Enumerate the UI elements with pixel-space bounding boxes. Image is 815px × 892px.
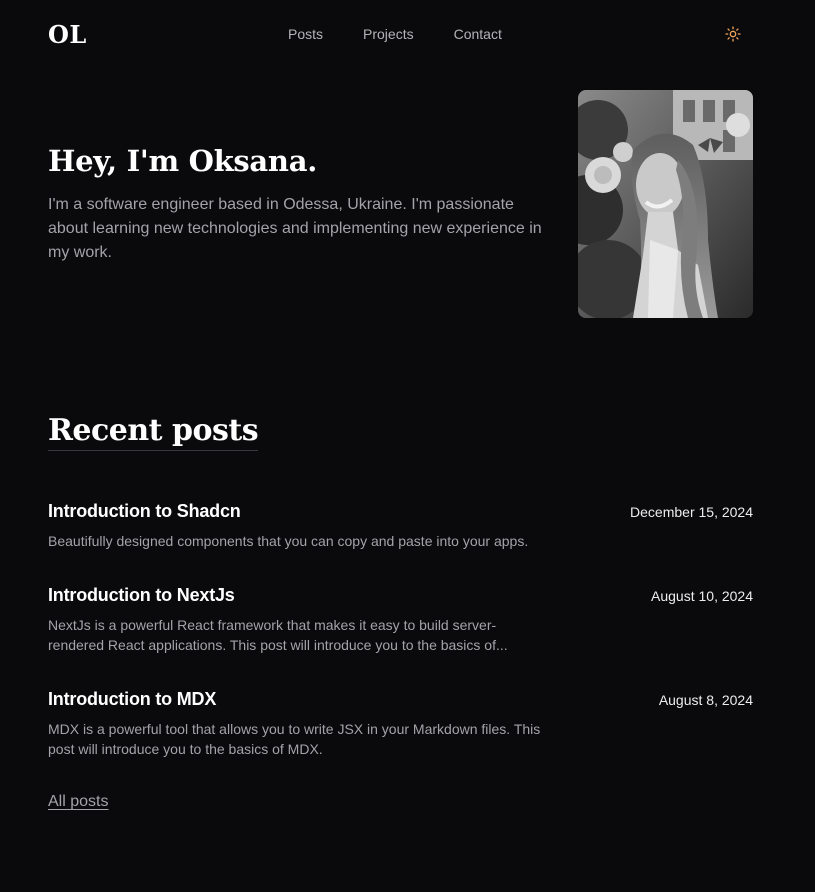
post-date: December 15, 2024 bbox=[630, 504, 753, 520]
sun-icon bbox=[725, 26, 741, 42]
post-title-link[interactable]: Introduction to MDX bbox=[48, 689, 216, 710]
post-description: NextJs is a powerful React framework tha… bbox=[48, 617, 508, 653]
all-posts-link[interactable]: All posts bbox=[48, 793, 108, 811]
hero-title: Hey, I'm Oksana. bbox=[48, 144, 317, 178]
nav-link-posts[interactable]: Posts bbox=[288, 26, 323, 42]
site-logo[interactable]: OL bbox=[48, 20, 87, 49]
hero-description: I'm a software engineer based in Odessa,… bbox=[48, 196, 542, 261]
post-description: MDX is a powerful tool that allows you t… bbox=[48, 721, 541, 757]
nav-link-contact[interactable]: Contact bbox=[454, 26, 502, 42]
recent-posts-heading: Recent posts bbox=[48, 413, 259, 451]
main-nav: Posts Projects Contact bbox=[288, 26, 542, 42]
theme-toggle-button[interactable] bbox=[722, 23, 744, 45]
post-date: August 8, 2024 bbox=[658, 692, 753, 708]
post-title-link[interactable]: Introduction to Shadcn bbox=[48, 501, 241, 522]
post-date: August 10, 2024 bbox=[651, 588, 753, 604]
nav-link-projects[interactable]: Projects bbox=[363, 26, 414, 42]
post-title-link[interactable]: Introduction to NextJs bbox=[48, 585, 235, 606]
page: OL Posts Projects Contact Hey, I'm Oksan… bbox=[0, 0, 815, 892]
post-description: Beautifully designed components that you… bbox=[48, 533, 529, 549]
portrait-photo bbox=[578, 90, 753, 318]
